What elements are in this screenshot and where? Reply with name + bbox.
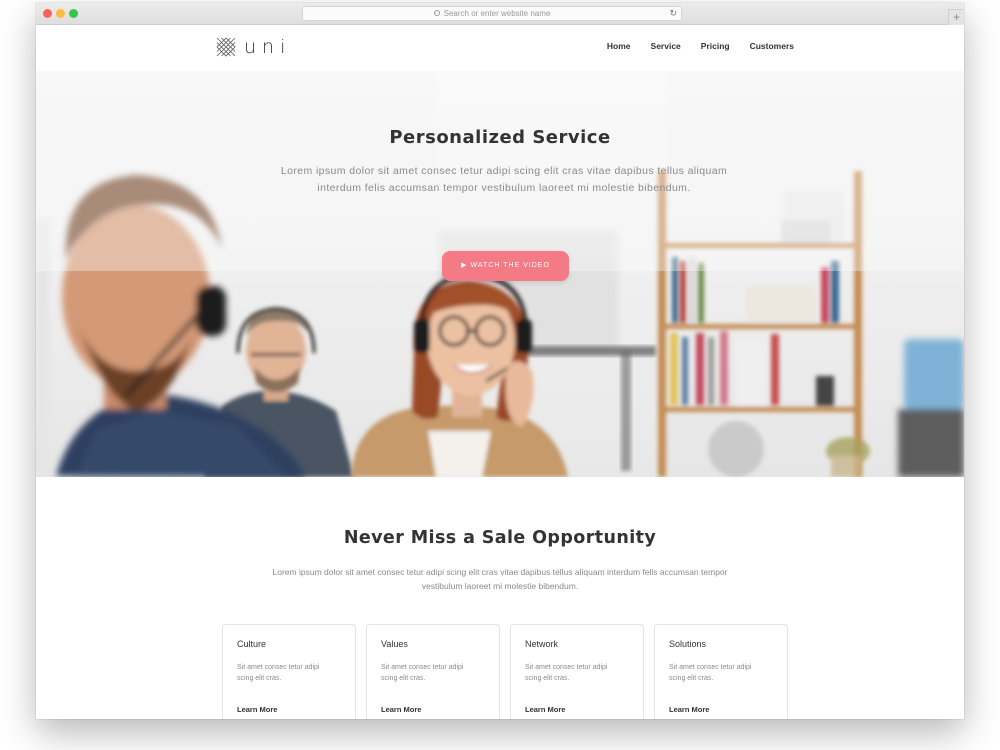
card-title: Values bbox=[381, 639, 408, 649]
nav-customers[interactable]: Customers bbox=[750, 41, 794, 51]
section-text: Lorem ipsum dolor sit amet consec tetur … bbox=[272, 567, 728, 591]
address-placeholder: Search or enter website name bbox=[443, 9, 551, 18]
learn-more-link[interactable]: Learn More bbox=[669, 705, 709, 714]
site-header: uni Home Service Pricing Customers bbox=[36, 25, 964, 71]
feature-card-culture: Culture Sit amet consec tetur adipi scin… bbox=[222, 624, 356, 719]
card-title: Network bbox=[525, 639, 559, 649]
search-icon bbox=[433, 10, 440, 16]
reload-icon[interactable]: ↻ bbox=[669, 7, 677, 20]
watch-video-label: WATCH THE VIDEO bbox=[470, 262, 550, 269]
close-window-button[interactable] bbox=[43, 9, 52, 18]
new-tab-button[interactable]: + bbox=[948, 9, 964, 25]
watch-video-button[interactable]: ▶ WATCH THE VIDEO bbox=[442, 251, 569, 281]
section-title: Never Miss a Sale Opportunity bbox=[343, 528, 657, 548]
feature-card-values: Values Sit amet consec tetur adipi scing… bbox=[366, 624, 500, 719]
address-bar[interactable]: Search or enter website name ↻ bbox=[302, 6, 682, 21]
nav-pricing[interactable]: Pricing bbox=[701, 41, 730, 51]
card-title: Solutions bbox=[669, 639, 707, 649]
hero-text: Lorem ipsum dolor sit amet consec tetur … bbox=[280, 165, 728, 194]
main-nav: Home Service Pricing Customers bbox=[607, 41, 794, 51]
hero-title: Personalized Service bbox=[389, 127, 611, 148]
nav-home[interactable]: Home bbox=[607, 41, 631, 51]
browser-window: Search or enter website name ↻ + uni Hom… bbox=[36, 3, 964, 719]
site-logo[interactable]: uni bbox=[216, 36, 291, 58]
hero-section: Personalized Service Lorem ipsum dolor s… bbox=[36, 71, 964, 477]
learn-more-link[interactable]: Learn More bbox=[237, 705, 277, 714]
learn-more-link[interactable]: Learn More bbox=[525, 705, 565, 714]
plus-icon: + bbox=[952, 10, 960, 24]
feature-card-solutions: Solutions Sit amet consec tetur adipi sc… bbox=[654, 624, 788, 719]
minimize-window-button[interactable] bbox=[56, 9, 65, 18]
card-title: Culture bbox=[237, 639, 267, 649]
play-icon: ▶ bbox=[461, 262, 468, 269]
feature-card-network: Network Sit amet consec tetur adipi scin… bbox=[510, 624, 644, 719]
learn-more-link[interactable]: Learn More bbox=[381, 705, 421, 714]
logo-mark-icon bbox=[216, 37, 236, 57]
card-text: Sit amet consec tetur adipi scing elit c… bbox=[525, 664, 608, 682]
zoom-window-button[interactable] bbox=[69, 9, 78, 18]
feature-cards: Culture Sit amet consec tetur adipi scin… bbox=[222, 624, 788, 719]
card-text: Sit amet consec tetur adipi scing elit c… bbox=[381, 664, 464, 682]
card-text: Sit amet consec tetur adipi scing elit c… bbox=[237, 664, 320, 682]
card-text: Sit amet consec tetur adipi scing elit c… bbox=[669, 664, 752, 682]
logo-text: uni bbox=[244, 36, 292, 58]
nav-service[interactable]: Service bbox=[651, 41, 681, 51]
browser-toolbar: Search or enter website name ↻ + bbox=[36, 3, 964, 25]
